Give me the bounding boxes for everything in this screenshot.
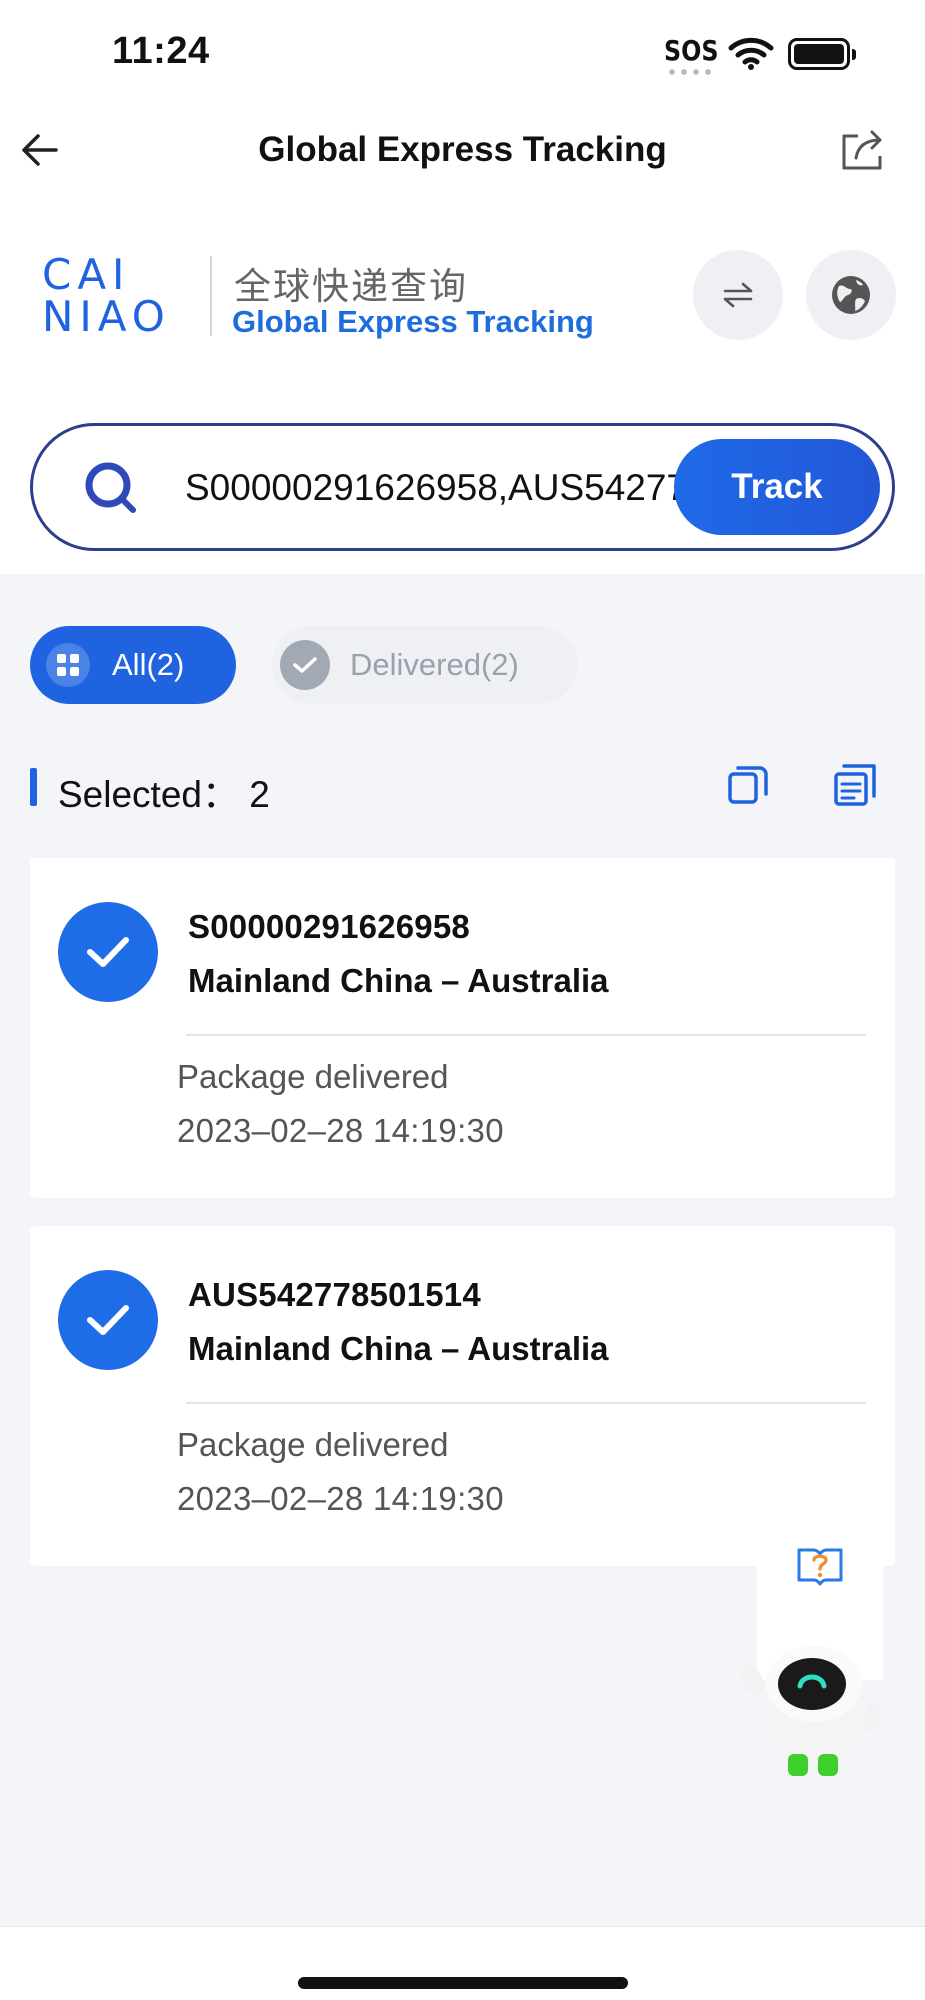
signal-dots-icon (666, 69, 716, 75)
swap-button[interactable] (693, 250, 783, 340)
filter-all-label: All(2) (112, 647, 185, 682)
package-card[interactable]: AUS542778501514 Mainland China – Austral… (30, 1226, 895, 1566)
package-card[interactable]: S00000291626958 Mainland China – Austral… (30, 858, 895, 1198)
wifi-icon (728, 37, 774, 70)
track-button[interactable]: Track (674, 439, 880, 535)
language-button[interactable] (806, 250, 896, 340)
status-bar: 11:24 SOS (0, 0, 925, 110)
cainiao-logo: CAI NIAO (42, 250, 171, 341)
sos-indicator: SOS (664, 34, 719, 67)
home-bar (0, 1926, 925, 2000)
tracking-number: AUS542778501514 (188, 1276, 481, 1313)
selected-count: Selected： 2 (58, 774, 270, 815)
package-route: Mainland China – Australia (188, 962, 609, 999)
globe-icon (832, 276, 870, 314)
copy-all-icon[interactable] (830, 758, 882, 810)
swap-icon (723, 282, 753, 308)
filter-all-tab[interactable]: All(2) (30, 626, 236, 704)
status-time: 11:24 (112, 30, 210, 72)
check-icon (280, 640, 330, 690)
brand-title-cn: 全球快递查询 (234, 265, 468, 308)
package-status: Package delivered (177, 1426, 449, 1463)
grid-icon (46, 643, 90, 687)
page-title: Global Express Tracking (258, 130, 667, 169)
card-divider (186, 1402, 866, 1404)
home-indicator[interactable] (298, 1977, 628, 1989)
selected-accent-bar (30, 768, 37, 806)
brand-divider (210, 256, 212, 336)
tracking-number: S00000291626958 (188, 908, 470, 945)
card-divider (186, 1034, 866, 1036)
package-route: Mainland China – Australia (188, 1330, 609, 1367)
search-icon (85, 462, 136, 513)
selected-check-icon[interactable] (58, 902, 158, 1002)
package-status: Package delivered (177, 1058, 449, 1095)
share-icon[interactable] (838, 124, 890, 176)
help-icon (797, 1548, 843, 1586)
selected-check-icon[interactable] (58, 1270, 158, 1370)
filter-delivered-label: Delivered(2) (350, 647, 519, 682)
battery-icon (788, 38, 856, 70)
package-timestamp: 2023–02–28 14:19:30 (177, 1112, 504, 1149)
tracking-number-input[interactable] (185, 458, 690, 518)
robot-assistant-icon[interactable] (736, 1636, 886, 1786)
package-timestamp: 2023–02–28 14:19:30 (177, 1480, 504, 1517)
nav-bar: Global Express Tracking (0, 110, 925, 192)
copy-icon[interactable] (722, 758, 774, 810)
brand-title-en: Global Express Tracking (232, 304, 594, 339)
filter-delivered-tab[interactable]: Delivered(2) (272, 626, 578, 704)
search-box: Track (30, 423, 895, 551)
